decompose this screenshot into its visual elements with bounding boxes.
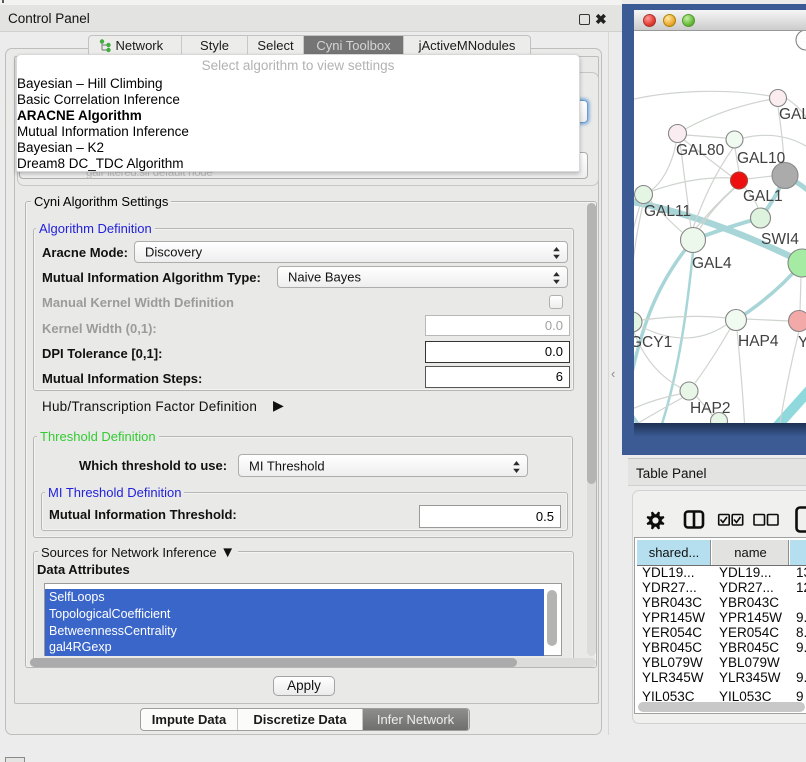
svg-text:HAP2: HAP2: [690, 400, 731, 417]
svg-text:GAL11: GAL11: [644, 203, 691, 220]
svg-text:HAP4: HAP4: [738, 333, 779, 350]
svg-text:GCY1: GCY1: [634, 334, 672, 351]
svg-text:YL: YL: [798, 334, 806, 351]
svg-text:GAL4: GAL4: [692, 255, 732, 272]
svg-text:SWI4: SWI4: [761, 231, 799, 248]
svg-text:GAL80: GAL80: [676, 142, 725, 159]
svg-text:GAL1: GAL1: [743, 188, 783, 205]
svg-text:GAL10: GAL10: [737, 150, 786, 167]
svg-text:GAL2: GAL2: [779, 106, 806, 123]
